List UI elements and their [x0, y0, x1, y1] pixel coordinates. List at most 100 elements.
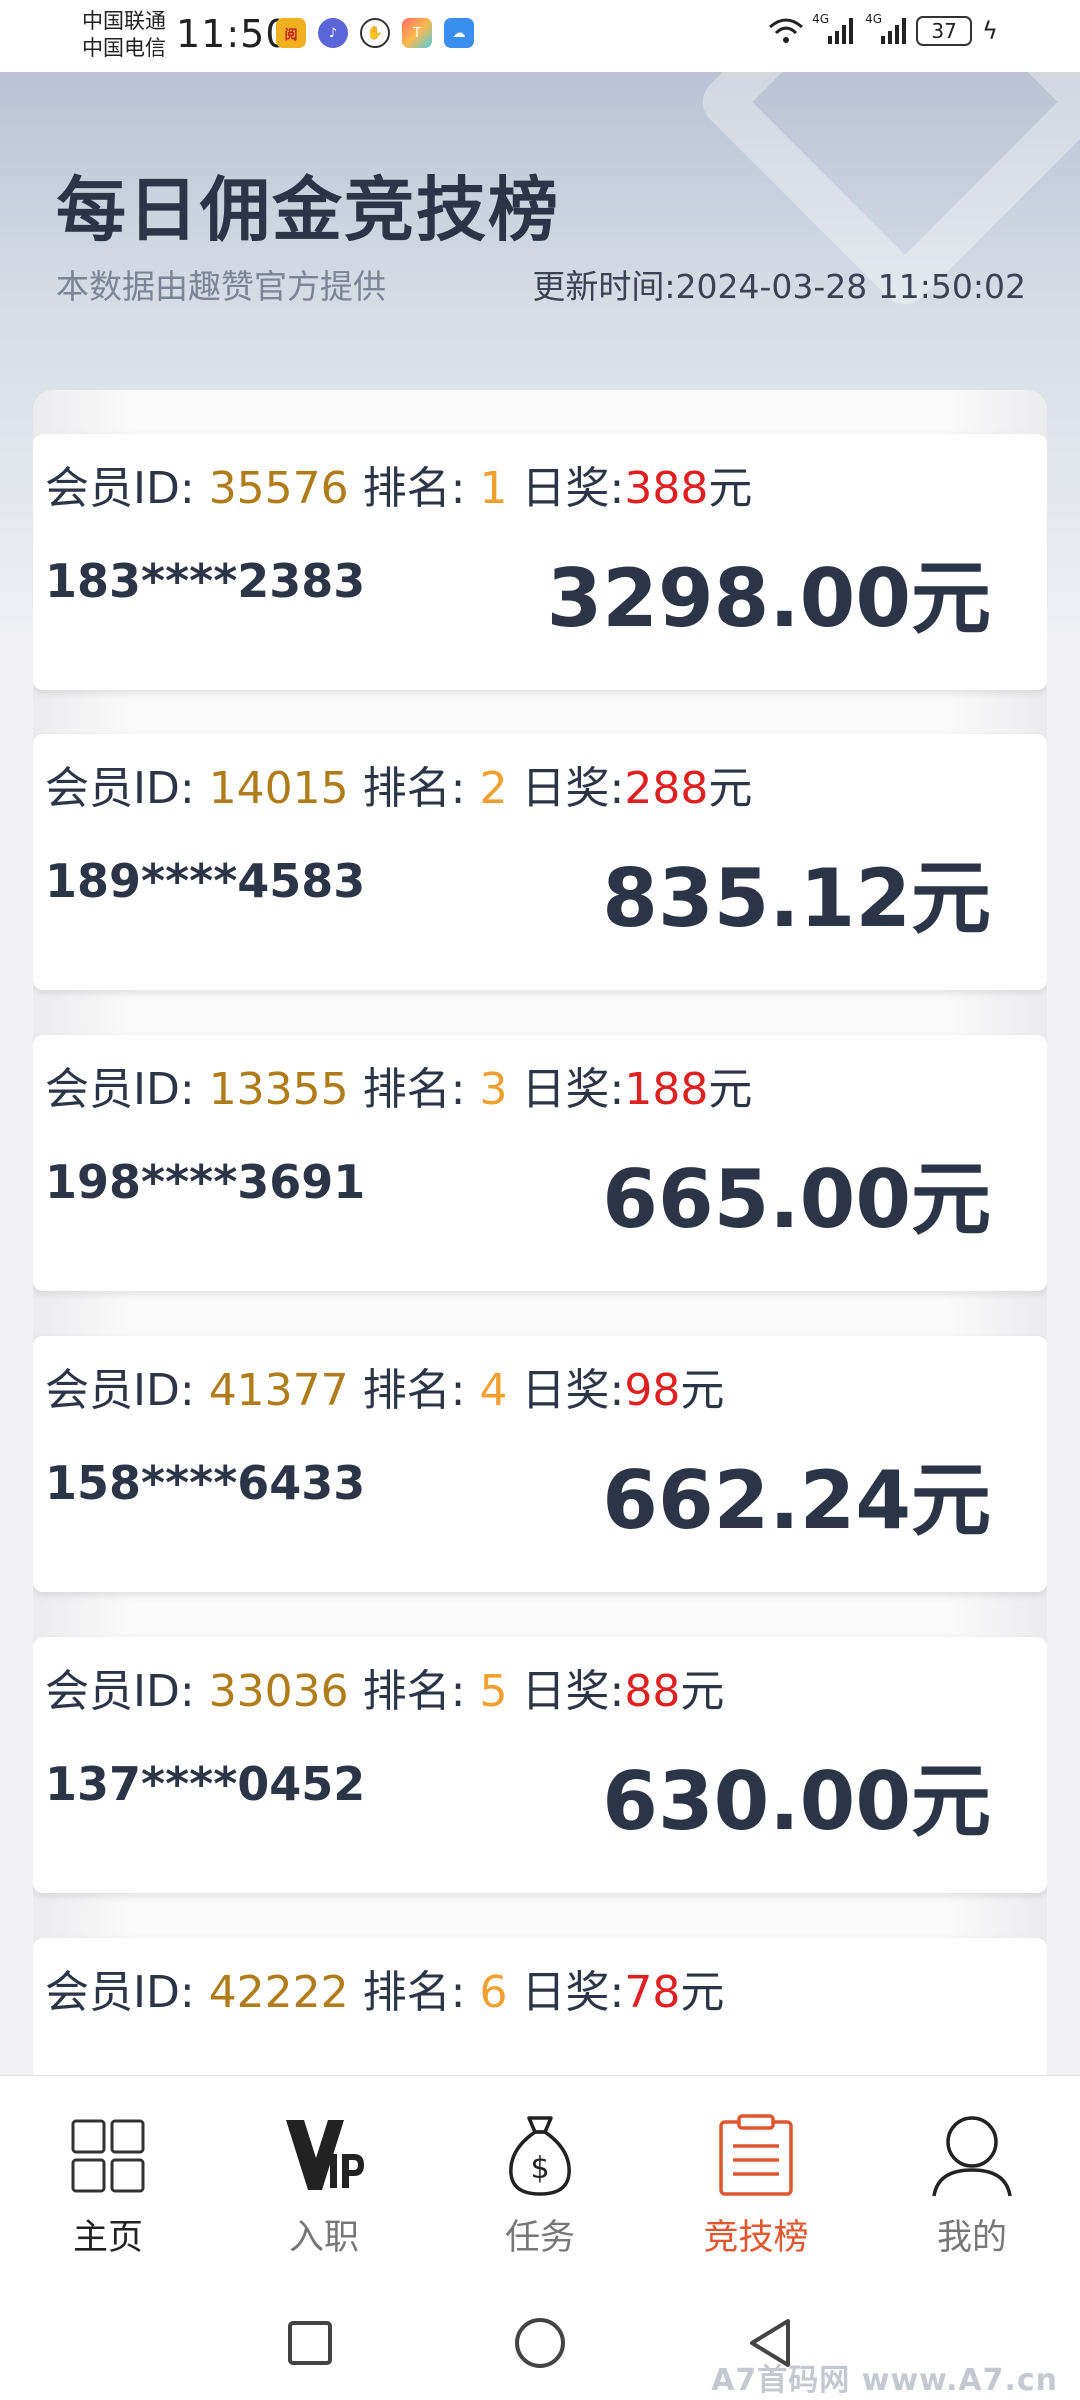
leaderboard-card: 会员ID: 42222 排名: 6 日奖:78元	[33, 1938, 1047, 2080]
daily-prize-label: 日奖:	[521, 1666, 625, 1717]
leaderboard-card: 会员ID: 41377 排名: 4 日奖:98元 158****6433 662…	[33, 1336, 1047, 1592]
daily-prize-label: 日奖:	[521, 1365, 625, 1416]
system-nav-bar: A7首码网 www.A7.cn	[0, 2283, 1080, 2400]
currency-unit: 元	[708, 1064, 753, 1115]
phone-number: 183****2383	[45, 554, 366, 608]
page-title: 每日佣金竞技榜	[56, 169, 560, 251]
rank-label: 排名:	[362, 763, 466, 814]
currency-unit: 元	[680, 1967, 725, 2018]
daily-prize-label: 日奖:	[521, 1064, 625, 1115]
status-indicators: 4G 4G 37 ϟ	[768, 12, 998, 46]
update-time: 更新时间:2024-03-28 11:50:02	[532, 267, 1026, 306]
nav-item-leaderboard[interactable]: 竞技榜	[648, 2076, 864, 2283]
card-info-line: 会员ID: 35576 排名: 1 日奖:388元	[45, 452, 752, 516]
nav-label-home: 主页	[72, 2218, 143, 2258]
daily-prize-value: 98	[624, 1365, 681, 1416]
signal-strength-icon-2: 4G	[865, 12, 907, 44]
commission-amount: 630.00元	[602, 1755, 991, 1848]
member-id-value: 14015	[208, 763, 349, 814]
member-id-label: 会员ID:	[45, 463, 195, 514]
clipboard-list-icon	[711, 2111, 801, 2201]
watermark: A7首码网 www.A7.cn	[711, 2363, 1058, 2398]
phone-number: 198****3691	[45, 1155, 366, 1209]
card-info-line: 会员ID: 14015 排名: 2 日奖:288元	[45, 752, 752, 816]
grid-icon	[63, 2111, 153, 2201]
card-info-line: 会员ID: 42222 排名: 6 日奖:78元	[45, 1956, 724, 2020]
currency-unit: 元	[708, 763, 753, 814]
nav-label-tasks: 任务	[504, 2218, 575, 2258]
cloud-app-icon: ☁	[444, 18, 474, 48]
nav-item-home[interactable]: 主页	[0, 2076, 216, 2283]
bottom-nav: 主页 入职 $ 任务 竞技榜 我的	[0, 2075, 1080, 2283]
square-icon	[288, 2321, 332, 2365]
card-info-line: 会员ID: 13355 排名: 3 日奖:188元	[45, 1053, 752, 1117]
rank-label: 排名:	[362, 1064, 466, 1115]
carrier-1: 中国联通	[82, 9, 166, 33]
status-time: 11:50	[176, 12, 291, 56]
rank-value: 1	[479, 463, 508, 514]
rank-value: 4	[479, 1365, 508, 1416]
leaderboard-card: 会员ID: 13355 排名: 3 日奖:188元 198****3691 66…	[33, 1035, 1047, 1291]
network-type-label-2: 4G	[865, 12, 883, 26]
daily-prize-value: 388	[624, 463, 709, 514]
member-id-value: 35576	[208, 463, 349, 514]
signal-strength-icon-1: 4G	[812, 12, 854, 44]
rank-value: 2	[479, 763, 508, 814]
nav-label-leaderboard: 竞技榜	[703, 2218, 809, 2258]
carrier-info: 中国联通 中国电信	[82, 8, 166, 62]
nav-item-mine[interactable]: 我的	[864, 2076, 1080, 2283]
member-id-value: 13355	[208, 1064, 349, 1115]
recent-apps-button[interactable]	[280, 2313, 340, 2373]
daily-prize-value: 78	[624, 1967, 681, 2018]
carrier-2: 中国电信	[82, 36, 166, 60]
wifi-icon	[769, 18, 804, 43]
currency-unit: 元	[680, 1365, 725, 1416]
user-icon	[927, 2111, 1017, 2201]
leaderboard-card: 会员ID: 35576 排名: 1 日奖:388元 183****2383 32…	[33, 434, 1047, 690]
phone-number: 189****4583	[45, 854, 366, 908]
daily-prize-value: 288	[624, 763, 709, 814]
commission-amount: 665.00元	[602, 1153, 991, 1246]
home-button[interactable]	[510, 2313, 570, 2373]
commission-amount: 835.12元	[602, 852, 991, 945]
music-app-icon: ♪	[318, 18, 348, 48]
rank-label: 排名:	[362, 463, 466, 514]
daily-prize-label: 日奖:	[521, 463, 625, 514]
rank-value: 5	[479, 1666, 508, 1717]
status-app-icons: 阅 ♪ ✋ T ☁	[276, 18, 474, 48]
member-id-label: 会员ID:	[45, 1064, 195, 1115]
rank-value: 6	[479, 1967, 508, 2018]
member-id-label: 会员ID:	[45, 1365, 195, 1416]
daily-prize-value: 188	[624, 1064, 709, 1115]
nav-label-mine: 我的	[936, 2218, 1007, 2258]
rank-value: 3	[479, 1064, 508, 1115]
leaderboard-card: 会员ID: 33036 排名: 5 日奖:88元 137****0452 630…	[33, 1637, 1047, 1893]
leaderboard-list[interactable]: 会员ID: 35576 排名: 1 日奖:388元 183****2383 32…	[33, 390, 1047, 2080]
currency-unit: 元	[708, 463, 753, 514]
daily-prize-value: 88	[624, 1666, 681, 1717]
member-id-value: 33036	[208, 1666, 349, 1717]
commission-amount: 3298.00元	[546, 552, 991, 645]
phone-number: 137****0452	[45, 1757, 366, 1811]
nav-item-tasks[interactable]: $ 任务	[432, 2076, 648, 2283]
rank-label: 排名:	[362, 1967, 466, 2018]
status-bar: 中国联通 中国电信 11:50 阅 ♪ ✋ T ☁ 4G 4G 37 ϟ	[0, 0, 1080, 72]
colorful-app-icon: T	[402, 18, 432, 48]
vip-icon	[279, 2111, 369, 2201]
svg-text:$: $	[530, 2151, 549, 2186]
money-bag-icon: $	[495, 2111, 585, 2201]
data-source-note: 本数据由趣赞官方提供	[56, 267, 386, 306]
daily-prize-label: 日奖:	[521, 1967, 625, 2018]
member-id-label: 会员ID:	[45, 763, 195, 814]
member-id-value: 41377	[208, 1365, 349, 1416]
phone-number: 158****6433	[45, 1456, 366, 1510]
leaderboard-card: 会员ID: 14015 排名: 2 日奖:288元 189****4583 83…	[33, 734, 1047, 990]
network-type-label-1: 4G	[812, 12, 830, 26]
reader-app-icon: 阅	[276, 18, 306, 48]
nav-item-join[interactable]: 入职	[216, 2076, 432, 2283]
rank-label: 排名:	[362, 1365, 466, 1416]
charging-icon: ϟ	[982, 17, 998, 45]
nav-label-join: 入职	[288, 2218, 359, 2258]
card-info-line: 会员ID: 33036 排名: 5 日奖:88元	[45, 1655, 724, 1719]
circle-icon	[515, 2318, 565, 2368]
